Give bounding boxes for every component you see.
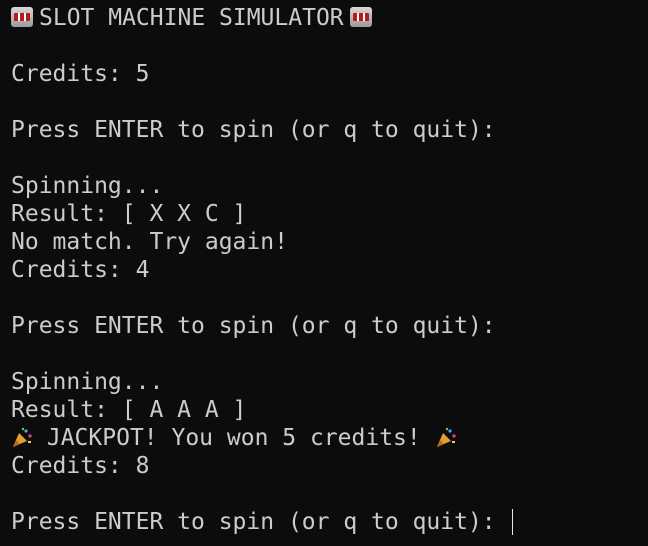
result-line: Result: [ A A A ] — [11, 397, 247, 423]
slot-machine-icon — [349, 7, 372, 27]
jackpot-message: JACKPOT! You won 5 credits! — [46, 425, 421, 451]
spin-prompt: Press ENTER to spin (or q to quit): — [11, 313, 496, 339]
slot-machine-icon — [11, 7, 33, 27]
party-popper-icon — [435, 427, 457, 449]
credits-line: Credits: 5 — [11, 61, 150, 87]
app-title: SLOT MACHINE SIMULATOR — [39, 5, 344, 31]
spin-prompt: Press ENTER to spin (or q to quit): — [11, 509, 496, 535]
spin-prompt: Press ENTER to spin (or q to quit): — [11, 117, 496, 143]
spinning-line: Spinning... — [11, 173, 164, 199]
party-popper-icon — [11, 427, 33, 449]
outcome-line: No match. Try again! — [11, 229, 288, 255]
result-line: Result: [ X X C ] — [11, 201, 247, 227]
credits-line: Credits: 4 — [11, 257, 150, 283]
credits-line: Credits: 8 — [11, 453, 150, 479]
active-prompt-line[interactable]: Press ENTER to spin (or q to quit): — [11, 508, 648, 536]
title-line: SLOT MACHINE SIMULATOR — [11, 4, 648, 32]
jackpot-line: JACKPOT! You won 5 credits! — [11, 424, 648, 452]
spinning-line: Spinning... — [11, 369, 164, 395]
text-cursor[interactable] — [511, 509, 513, 535]
terminal-output: SLOT MACHINE SIMULATOR Credits: 5 Press … — [11, 4, 648, 536]
